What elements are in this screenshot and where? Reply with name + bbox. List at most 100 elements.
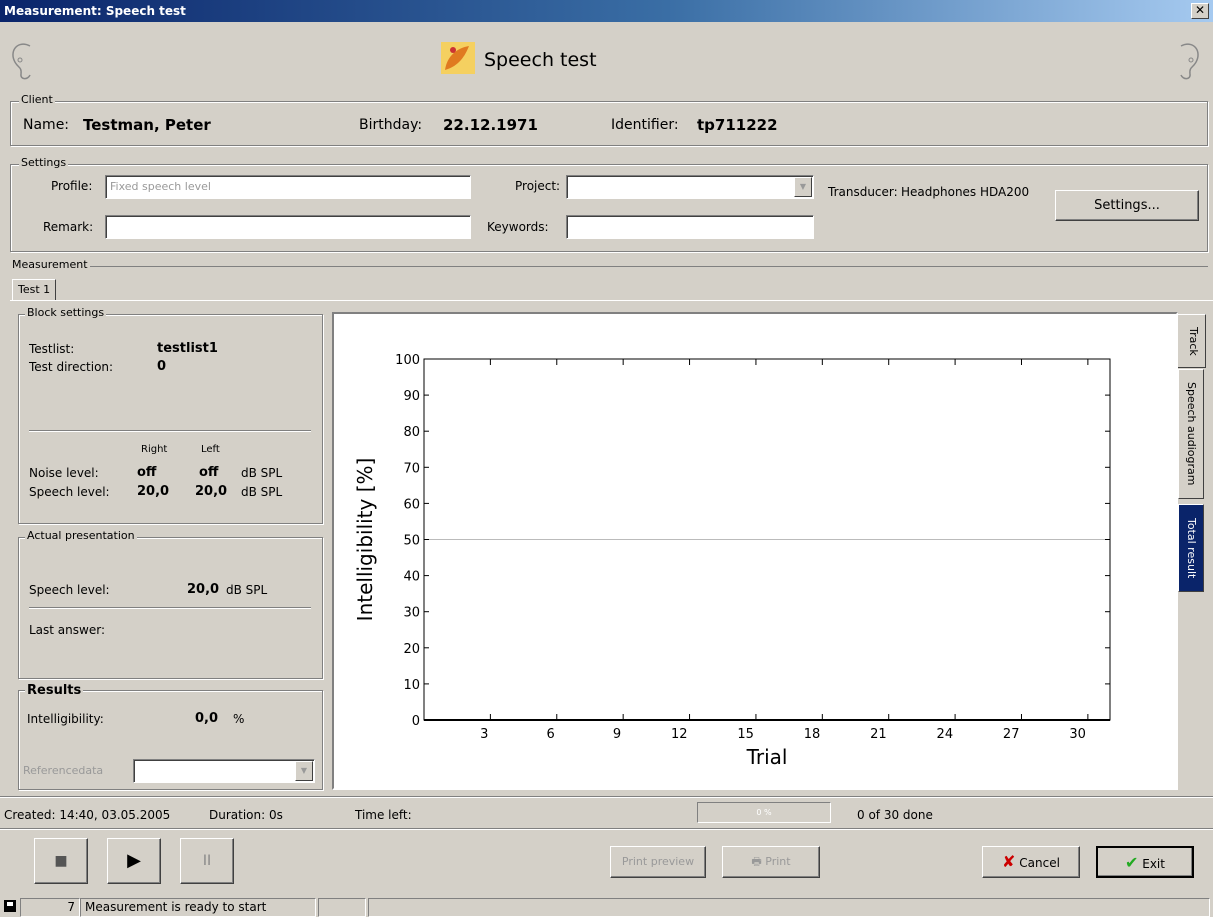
- tab-track[interactable]: Track: [1178, 314, 1206, 368]
- tab-total-result[interactable]: Total result: [1178, 504, 1204, 592]
- transducer-value: Headphones HDA200: [901, 185, 1030, 199]
- settings-button[interactable]: Settings...: [1055, 190, 1199, 221]
- status-message: Measurement is ready to start: [80, 898, 316, 917]
- tab-test-1[interactable]: Test 1: [12, 279, 57, 301]
- x-tick-label: 21: [870, 727, 887, 742]
- divider: [29, 430, 311, 432]
- cancel-x-icon: ✘: [1002, 852, 1016, 871]
- noise-right-value: off: [137, 465, 157, 480]
- actual-presentation-legend: Actual presentation: [25, 529, 137, 542]
- x-tick-label: 9: [613, 727, 621, 742]
- keywords-field[interactable]: [566, 215, 814, 239]
- time-left-label: Time left:: [355, 808, 412, 822]
- transducer-label: Transducer:: [828, 185, 898, 199]
- exit-button[interactable]: ✔ Exit: [1096, 846, 1194, 878]
- header: Speech test: [0, 32, 1213, 86]
- testlist-label: Testlist:: [29, 342, 75, 356]
- done-text: 0 of 30 done: [857, 808, 933, 822]
- page-title: Speech test: [484, 49, 597, 71]
- project-select[interactable]: ▼: [566, 175, 814, 199]
- tab-divider: [10, 300, 1213, 301]
- status-panel-empty: [368, 898, 1210, 917]
- client-identifier: tp711222: [697, 116, 778, 134]
- intelligibility-label: Intelligibility:: [27, 712, 104, 726]
- duration-text: Duration: 0s: [209, 808, 283, 822]
- x-tick-label: 6: [546, 727, 554, 742]
- results-group: Results Intelligibility: 0,0 % Reference…: [18, 683, 323, 790]
- speech-level-value: 20,0: [187, 582, 220, 597]
- status-panel-empty: [318, 898, 366, 917]
- print-label: Print: [765, 855, 791, 868]
- x-tick-label: 27: [1003, 727, 1020, 742]
- progress-text: 0 %: [756, 808, 772, 817]
- pause-icon[interactable]: II: [180, 838, 234, 884]
- client-group: Client Name: Testman, Peter Birthday: 22…: [10, 93, 1208, 146]
- birthday-label: Birthday:: [359, 117, 423, 133]
- stop-icon[interactable]: ■: [34, 838, 88, 884]
- print-preview-button[interactable]: Print preview: [610, 846, 706, 878]
- status-number: 7: [20, 898, 80, 917]
- keywords-label: Keywords:: [487, 220, 549, 234]
- x-tick-label: 3: [480, 727, 488, 742]
- x-tick-label: 18: [804, 727, 821, 742]
- remark-field[interactable]: [105, 215, 471, 239]
- y-tick-label: 100: [395, 353, 420, 368]
- identifier-label: Identifier:: [611, 117, 679, 133]
- divider: [29, 607, 311, 609]
- y-tick-label: 10: [403, 678, 420, 693]
- x-tick-label: 15: [737, 727, 754, 742]
- window-title: Measurement: Speech test: [4, 4, 186, 18]
- project-label: Project:: [515, 179, 561, 193]
- noise-level-label: Noise level:: [29, 466, 99, 480]
- testlist-value: testlist1: [157, 341, 218, 356]
- y-tick-label: 30: [403, 606, 420, 621]
- test-direction-value: 0: [157, 359, 167, 374]
- app-logo-icon: [441, 42, 475, 74]
- print-button[interactable]: 🖶 Print: [722, 846, 820, 878]
- speech-level-label: Speech level:: [29, 485, 110, 499]
- close-icon[interactable]: ✕: [1191, 3, 1209, 19]
- chevron-down-icon[interactable]: ▼: [295, 761, 313, 781]
- settings-legend: Settings: [19, 156, 69, 169]
- checkmark-icon: ✔: [1125, 853, 1139, 872]
- save-disk-icon: [4, 900, 16, 912]
- progress-bar: 0 %: [697, 802, 831, 823]
- created-text: Created: 14:40, 03.05.2005: [4, 808, 171, 822]
- client-birthday: 22.12.1971: [443, 116, 538, 134]
- window-title-bar: Measurement: Speech test ✕: [0, 0, 1213, 22]
- client-legend: Client: [19, 93, 55, 106]
- noise-unit: dB SPL: [241, 466, 283, 480]
- y-tick-label: 70: [403, 461, 420, 476]
- printer-icon: 🖶: [751, 855, 762, 868]
- noise-left-value: off: [199, 465, 219, 480]
- play-icon[interactable]: ▶: [107, 838, 161, 884]
- x-tick-label: 24: [937, 727, 954, 742]
- remark-label: Remark:: [43, 220, 94, 234]
- results-legend: Results: [25, 683, 84, 698]
- speech-level-unit: dB SPL: [226, 583, 268, 597]
- x-axis-label: Trial: [746, 745, 788, 769]
- y-tick-label: 40: [403, 570, 420, 585]
- referencedata-label: Referencedata: [23, 764, 104, 777]
- controls-divider: [0, 828, 1213, 830]
- chevron-down-icon[interactable]: ▼: [794, 177, 812, 197]
- profile-label: Profile:: [51, 179, 93, 193]
- block-settings-legend: Block settings: [25, 306, 107, 319]
- name-label: Name:: [23, 117, 70, 133]
- referencedata-select[interactable]: ▼: [133, 759, 315, 783]
- profile-field[interactable]: Fixed speech level: [105, 175, 471, 199]
- cancel-button[interactable]: ✘ Cancel: [982, 846, 1080, 878]
- y-tick-label: 90: [403, 389, 420, 404]
- status-bar: 7 Measurement is ready to start: [0, 896, 1213, 917]
- y-tick-label: 50: [403, 534, 420, 549]
- intelligibility-unit: %: [233, 712, 245, 726]
- chart-area: 0 10 20 30 40 50 60 70 80 90 100 3 6 9 12 15 18 21 24 27 30 T…: [332, 312, 1178, 790]
- tab-speech-audiogram[interactable]: Speech audiogram: [1178, 369, 1204, 499]
- cancel-label: Cancel: [1019, 856, 1060, 870]
- block-settings-group: Block settings Testlist: testlist1 Test …: [18, 306, 323, 524]
- y-tick-label: 20: [403, 642, 420, 657]
- left-header: Left: [201, 444, 220, 455]
- speech-unit: dB SPL: [241, 485, 283, 499]
- ear-right-icon: [1180, 43, 1199, 80]
- x-tick-label: 30: [1069, 727, 1086, 742]
